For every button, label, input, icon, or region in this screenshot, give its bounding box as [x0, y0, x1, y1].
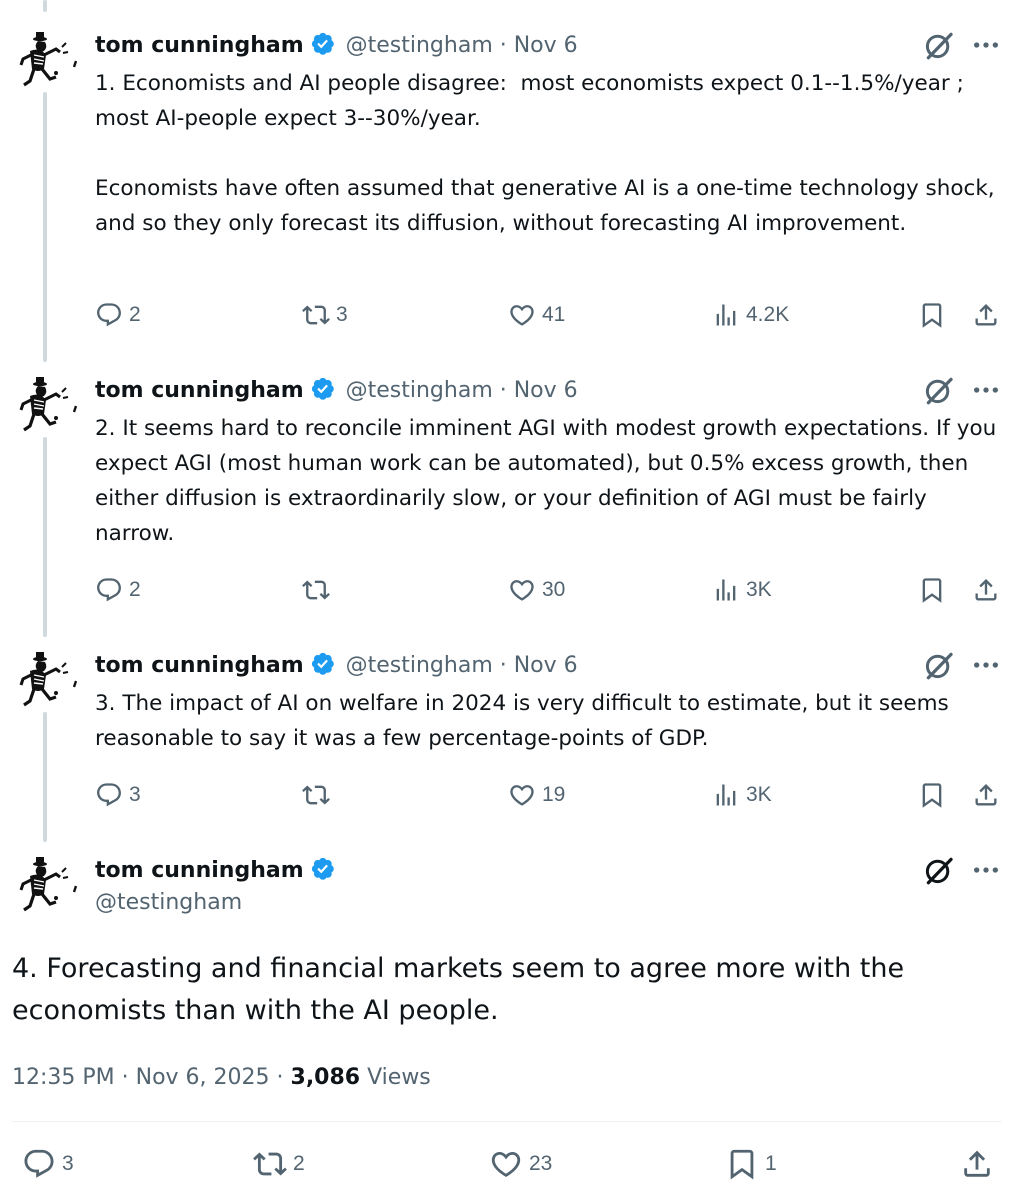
like-button[interactable]: 23 [489, 1146, 552, 1182]
timestamp[interactable]: 12:35 PM · Nov 6, 2025 · [12, 1065, 291, 1090]
avatar[interactable] [16, 372, 84, 440]
main-tweet-actions: 3 2 23 1 [0, 1146, 1019, 1182]
views-icon [712, 576, 740, 604]
views-label: Views [360, 1064, 431, 1090]
share-button[interactable] [960, 1146, 994, 1182]
bookmark-button[interactable] [918, 572, 946, 608]
reply-count: 3 [129, 783, 141, 806]
handle-date[interactable]: @testingham · Nov 6 [346, 33, 578, 58]
views-button[interactable]: 3K [712, 572, 772, 608]
like-icon [508, 301, 536, 329]
reply-icon [95, 781, 123, 809]
reply-count: 3 [62, 1152, 74, 1175]
bookmark-icon [918, 781, 946, 809]
reply-count: 2 [129, 578, 141, 601]
avatar[interactable] [16, 647, 84, 715]
reply-button[interactable]: 2 [95, 297, 141, 333]
handle-date[interactable]: @testingham · Nov 6 [346, 653, 578, 678]
share-icon [972, 301, 1000, 329]
share-icon [972, 781, 1000, 809]
bookmark-button[interactable] [918, 777, 946, 813]
more-icon[interactable] [970, 649, 1002, 681]
display-name[interactable]: tom cunningham [95, 653, 304, 678]
grok-icon[interactable] [922, 373, 956, 407]
like-count: 41 [542, 303, 566, 326]
share-button[interactable] [972, 777, 1000, 813]
display-name[interactable]: tom cunningham [95, 858, 304, 883]
avatar[interactable] [16, 27, 84, 95]
tweet-actions: 2 3 41 4.2K [0, 297, 1019, 333]
like-icon [508, 781, 536, 809]
thread-connector-line [43, 0, 47, 12]
avatar[interactable] [16, 852, 84, 920]
bookmark-icon [918, 576, 946, 604]
like-icon [489, 1147, 523, 1181]
display-name[interactable]: tom cunningham [95, 378, 304, 403]
share-button[interactable] [972, 572, 1000, 608]
repost-icon [302, 781, 330, 809]
divider [12, 1121, 1002, 1122]
handle[interactable]: @testingham [95, 890, 242, 915]
reply-icon [22, 1147, 56, 1181]
views-count: 3K [746, 783, 772, 806]
like-button[interactable]: 41 [508, 297, 565, 333]
bookmark-icon [725, 1147, 759, 1181]
reply-count: 2 [129, 303, 141, 326]
views-count: 4.2K [746, 303, 790, 326]
verified-badge-icon[interactable] [310, 376, 338, 404]
repost-count: 2 [293, 1152, 305, 1175]
like-icon [508, 576, 536, 604]
repost-button[interactable] [302, 572, 336, 608]
repost-icon [302, 301, 330, 329]
main-tweet-text: 4. Forecasting and financial markets see… [12, 953, 905, 1026]
repost-count: 3 [336, 303, 348, 326]
grok-icon[interactable] [922, 648, 956, 682]
views-button[interactable]: 4.2K [712, 297, 789, 333]
bookmark-count: 1 [765, 1152, 777, 1175]
reply-icon [95, 576, 123, 604]
handle-date[interactable]: @testingham · Nov 6 [346, 378, 578, 403]
tweet-actions: 3 19 3K [0, 777, 1019, 813]
repost-button[interactable]: 2 [253, 1146, 305, 1182]
tweet-text: 3. The impact of AI on welfare in 2024 i… [95, 691, 956, 751]
more-icon[interactable] [970, 374, 1002, 406]
repost-button[interactable]: 3 [302, 297, 348, 333]
views-total: 3,086 [290, 1064, 361, 1090]
repost-icon [253, 1147, 287, 1181]
reply-icon [95, 301, 123, 329]
reply-button[interactable]: 3 [22, 1146, 74, 1182]
verified-badge-icon[interactable] [310, 651, 338, 679]
reply-button[interactable]: 2 [95, 572, 141, 608]
views-button[interactable]: 3K [712, 777, 772, 813]
repost-button[interactable] [302, 777, 336, 813]
like-count: 23 [529, 1152, 553, 1175]
repost-icon [302, 576, 330, 604]
share-icon [960, 1147, 994, 1181]
like-button[interactable]: 30 [508, 572, 565, 608]
more-icon[interactable] [970, 29, 1002, 61]
tweet-text: 2. It seems hard to reconcile imminent A… [95, 416, 1004, 546]
views-count: 3K [746, 578, 772, 601]
verified-badge-icon[interactable] [310, 31, 338, 59]
more-icon[interactable] [970, 854, 1002, 886]
bookmark-button[interactable] [918, 297, 946, 333]
display-name[interactable]: tom cunningham [95, 33, 304, 58]
grok-icon[interactable] [922, 853, 956, 887]
tweet-timestamp-views: 12:35 PM · Nov 6, 2025 · 3,086 Views [12, 1060, 431, 1094]
share-button[interactable] [972, 297, 1000, 333]
like-count: 19 [542, 783, 566, 806]
share-icon [972, 576, 1000, 604]
bookmark-button[interactable]: 1 [725, 1146, 777, 1182]
reply-button[interactable]: 3 [95, 777, 141, 813]
like-button[interactable]: 19 [508, 777, 565, 813]
views-icon [712, 781, 740, 809]
like-count: 30 [542, 578, 566, 601]
bookmark-icon [918, 301, 946, 329]
tweet-text: 1. Economists and AI people disagree: mo… [95, 71, 995, 236]
grok-icon[interactable] [922, 28, 956, 62]
tweet-actions: 2 30 3K [0, 572, 1019, 608]
views-icon [712, 301, 740, 329]
verified-badge-icon[interactable] [310, 856, 338, 884]
